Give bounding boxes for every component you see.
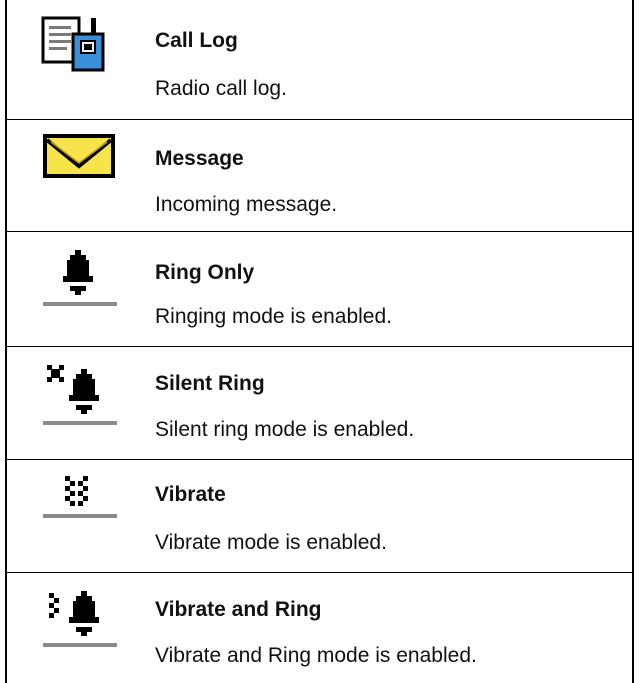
call-log-icon [33,12,123,96]
vibrate-bell-icon [33,585,123,669]
table-row: Silent Ring Silent ring mode is enabled. [7,347,632,460]
row-description: Incoming message. [155,193,338,216]
message-envelope-icon [33,132,123,216]
row-title: Vibrate [155,483,226,506]
vibrate-icon [33,470,123,554]
row-description: Vibrate mode is enabled. [155,531,387,554]
table-row: Message Incoming message. [7,120,632,232]
row-title: Ring Only [155,261,255,284]
row-title: Vibrate and Ring [155,598,322,621]
row-title: Message [155,147,244,170]
row-description: Radio call log. [155,77,287,100]
row-description: Ringing mode is enabled. [155,305,392,328]
silent-bell-icon [33,361,123,445]
table-row: Call Log Radio call log. [7,0,632,120]
row-description: Vibrate and Ring mode is enabled. [155,644,477,667]
icon-table: Call Log Radio call log. Message Incomin… [5,0,634,683]
row-title: Silent Ring [155,372,265,395]
row-title: Call Log [155,29,238,52]
table-row: Vibrate and Ring Vibrate and Ring mode i… [7,573,632,683]
table-row: Ring Only Ringing mode is enabled. [7,232,632,347]
row-description: Silent ring mode is enabled. [155,418,415,441]
table-row: Vibrate Vibrate mode is enabled. [7,460,632,573]
bell-icon [33,246,123,330]
